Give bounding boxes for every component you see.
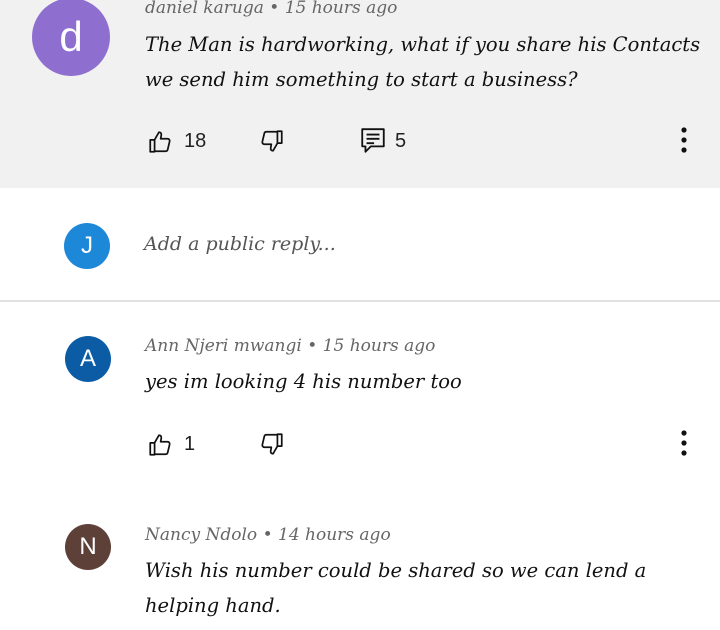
like-count: 18 xyxy=(184,130,207,152)
comment-time[interactable]: 15 hours ago xyxy=(323,336,436,356)
like-count: 1 xyxy=(184,433,196,455)
more-options-button[interactable] xyxy=(676,126,692,156)
more-options-button[interactable] xyxy=(676,429,692,459)
reply-count: 5 xyxy=(395,130,407,152)
comment-meta: Nancy Ndolo • 14 hours ago xyxy=(145,525,391,545)
user-avatar: J xyxy=(64,223,110,269)
reply-input[interactable]: Add a public reply... xyxy=(144,233,336,255)
like-button[interactable] xyxy=(147,129,173,155)
meta-separator: • xyxy=(307,336,318,356)
thumb-up-icon xyxy=(149,434,171,456)
more-vertical-icon xyxy=(681,127,687,153)
comment-time[interactable]: 14 hours ago xyxy=(278,525,391,545)
dislike-button[interactable] xyxy=(259,431,285,457)
comment-author[interactable]: Nancy Ndolo xyxy=(145,525,257,545)
more-vertical-icon xyxy=(681,430,687,456)
thumb-down-icon xyxy=(261,130,283,152)
comment-text: The Man is hardworking, what if you shar… xyxy=(145,33,701,91)
meta-separator: • xyxy=(262,525,273,545)
comment-meta: daniel karuga • 15 hours ago xyxy=(145,0,397,18)
avatar[interactable]: A xyxy=(65,336,111,382)
comment-icon xyxy=(361,128,385,153)
avatar[interactable]: d xyxy=(32,0,110,76)
comment-time[interactable]: 15 hours ago xyxy=(285,0,398,18)
replies-button[interactable] xyxy=(360,127,386,155)
meta-separator: • xyxy=(269,0,280,18)
divider xyxy=(0,300,720,302)
dislike-button[interactable] xyxy=(259,128,285,154)
comment-text: Wish his number could be shared so we ca… xyxy=(145,559,647,617)
avatar[interactable]: N xyxy=(65,524,111,570)
like-button[interactable] xyxy=(147,432,173,458)
comment-text: yes im looking 4 his number too xyxy=(145,370,462,393)
comment-meta: Ann Njeri mwangi • 15 hours ago xyxy=(145,336,435,356)
comment-author[interactable]: daniel karuga xyxy=(145,0,264,18)
thumb-down-icon xyxy=(261,433,283,455)
comment-author[interactable]: Ann Njeri mwangi xyxy=(145,336,302,356)
thumb-up-icon xyxy=(149,131,171,153)
